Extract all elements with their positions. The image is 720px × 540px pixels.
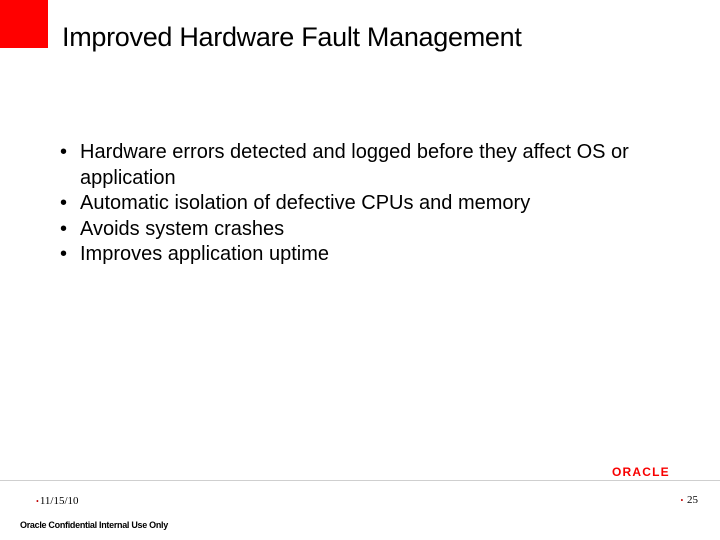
footer-divider [0,480,720,481]
footer-bullet-icon: • [36,497,39,506]
list-item: Improves application uptime [58,242,680,268]
footer-bullet-icon: • [680,496,683,505]
bullet-list: Hardware errors detected and logged befo… [58,140,680,268]
accent-red-block [0,0,48,48]
footer-page-number-text: 25 [687,494,698,506]
footer-page-number: • 25 [680,494,698,506]
list-item: Avoids system crashes [58,217,680,243]
oracle-logo-text: ORACLE [612,466,670,478]
footer-date: •11/15/10 [36,495,79,507]
slide-body: Hardware errors detected and logged befo… [58,140,680,268]
footer-date-text: 11/15/10 [40,495,79,507]
list-item: Automatic isolation of defective CPUs an… [58,191,680,217]
footer-confidentiality: Oracle Confidential Internal Use Only [20,520,168,530]
slide-title: Improved Hardware Fault Management [62,22,522,53]
list-item: Hardware errors detected and logged befo… [58,140,680,191]
oracle-logo: ORACLE [612,466,698,478]
